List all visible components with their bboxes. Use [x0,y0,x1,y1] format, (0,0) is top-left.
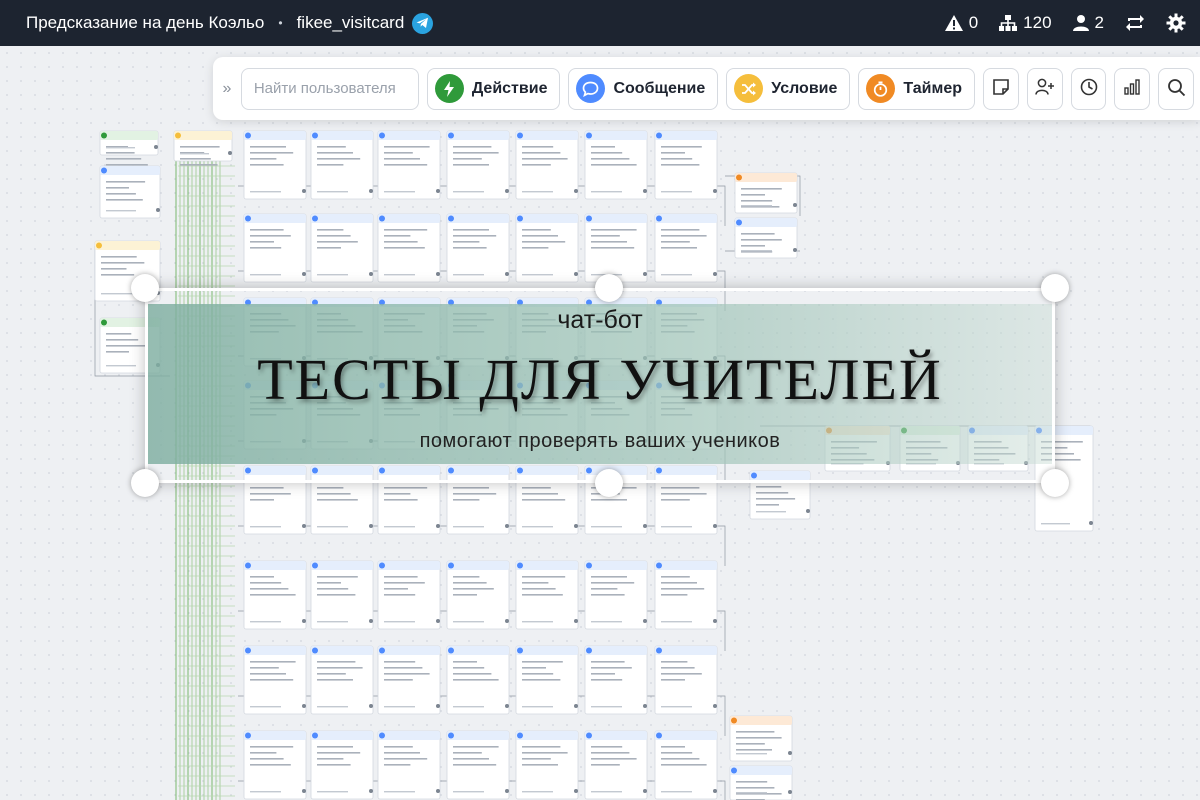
users-stat[interactable]: 2 [1072,13,1104,33]
sticky-note-icon [992,78,1010,99]
flow-node[interactable] [310,730,374,800]
stopwatch-icon [866,74,896,103]
note-button[interactable] [983,67,1019,110]
flow-node[interactable] [310,645,374,715]
lightning-icon [434,74,464,103]
sync-icon[interactable] [1124,13,1146,33]
flow-node[interactable] [243,645,307,715]
project-title[interactable]: Предсказание на день Коэльо [26,13,264,33]
flow-node[interactable] [515,213,579,283]
flow-node[interactable] [99,130,159,166]
hierarchy-icon [998,14,1018,32]
flow-node[interactable] [377,730,441,800]
search-button[interactable] [1158,67,1194,110]
flow-node[interactable] [173,130,233,166]
flow-node[interactable] [99,165,161,219]
warning-icon [944,14,964,32]
flow-node[interactable] [310,130,374,200]
bot-name: fikee_visitcard [296,13,405,32]
warnings-stat[interactable]: 0 [944,13,978,33]
banner-subtitle-top: чат-бот [557,306,643,334]
telegram-icon [412,12,434,34]
flow-node[interactable] [446,645,510,715]
user-search-input[interactable] [240,67,419,110]
history-button[interactable] [1070,67,1107,110]
canvas-toolbar: » Действие Сообщение Условие Таймер [213,57,1200,120]
flow-node[interactable] [515,645,579,715]
flow-node[interactable] [310,213,374,283]
user-icon [1072,14,1090,32]
bot-name-link[interactable]: fikee_visitcard [296,12,434,34]
users-count: 2 [1094,13,1104,32]
flow-node[interactable] [310,560,374,630]
flow-node[interactable] [734,172,798,214]
resize-handle-top-middle[interactable] [595,274,623,302]
flow-node[interactable] [584,645,648,715]
resize-handle-bottom-left[interactable] [131,469,159,497]
flow-node[interactable] [243,560,307,630]
add-user-icon [1034,78,1055,99]
collapse-toggle[interactable]: » [221,80,233,98]
chat-bubble-icon [576,74,606,103]
flow-node[interactable] [446,130,510,200]
promo-banner: чат-бот ТЕСТЫ ДЛЯ УЧИТЕЛЕЙ помогают пров… [131,274,1069,497]
flow-node[interactable] [515,730,579,800]
subscribers-stat[interactable]: 120 [998,13,1052,33]
shuffle-icon [734,74,764,103]
banner-subtitle-bottom: помогают проверять ваших учеников [419,430,781,452]
warnings-count: 0 [968,13,979,32]
flow-node[interactable] [446,560,510,630]
flow-node[interactable] [584,213,648,283]
top-bar: Предсказание на день Коэльо • fikee_visi… [0,0,1200,46]
flow-node[interactable] [515,560,579,630]
search-icon [1167,78,1186,100]
stats-button[interactable] [1114,67,1151,110]
flow-node[interactable] [377,645,441,715]
message-button-label: Сообщение [613,79,706,97]
flow-node[interactable] [734,217,798,259]
timer-button-label: Таймер [903,79,963,97]
flow-node[interactable] [729,765,793,800]
flow-node[interactable] [654,130,718,200]
condition-button[interactable]: Условие [726,67,851,110]
action-button[interactable]: Действие [426,67,561,110]
title-separator: • [278,16,283,30]
add-user-button[interactable] [1026,67,1063,110]
flow-node[interactable] [377,130,441,200]
action-button-label: Действие [471,79,548,97]
clock-icon [1079,77,1099,100]
flow-node[interactable] [584,130,648,200]
resize-handle-top-left[interactable] [131,274,159,302]
subscribers-count: 120 [1023,13,1052,32]
bar-chart-icon [1123,78,1141,99]
flow-node[interactable] [654,213,718,283]
flow-node[interactable] [654,560,718,630]
flow-node[interactable] [515,130,579,200]
banner-headline: ТЕСТЫ ДЛЯ УЧИТЕЛЕЙ [257,347,943,412]
condition-button-label: Условие [771,79,838,97]
flow-node[interactable] [446,730,510,800]
message-button[interactable]: Сообщение [568,67,719,110]
gear-icon[interactable] [1166,13,1186,33]
flow-node[interactable] [584,560,648,630]
flow-node[interactable] [243,730,307,800]
flow-node[interactable] [584,730,648,800]
flow-node[interactable] [654,730,718,800]
flow-node[interactable] [243,130,307,200]
header-stats: 0 120 2 [944,13,1186,33]
flow-node[interactable] [243,213,307,283]
resize-handle-bottom-right[interactable] [1041,469,1069,497]
resize-handle-top-right[interactable] [1041,274,1069,302]
flow-node[interactable] [377,560,441,630]
flow-node[interactable] [654,645,718,715]
flow-node[interactable] [377,213,441,283]
resize-handle-bottom-middle[interactable] [595,469,623,497]
timer-button[interactable]: Таймер [858,67,976,110]
flow-node[interactable] [729,715,793,762]
flow-node[interactable] [446,213,510,283]
